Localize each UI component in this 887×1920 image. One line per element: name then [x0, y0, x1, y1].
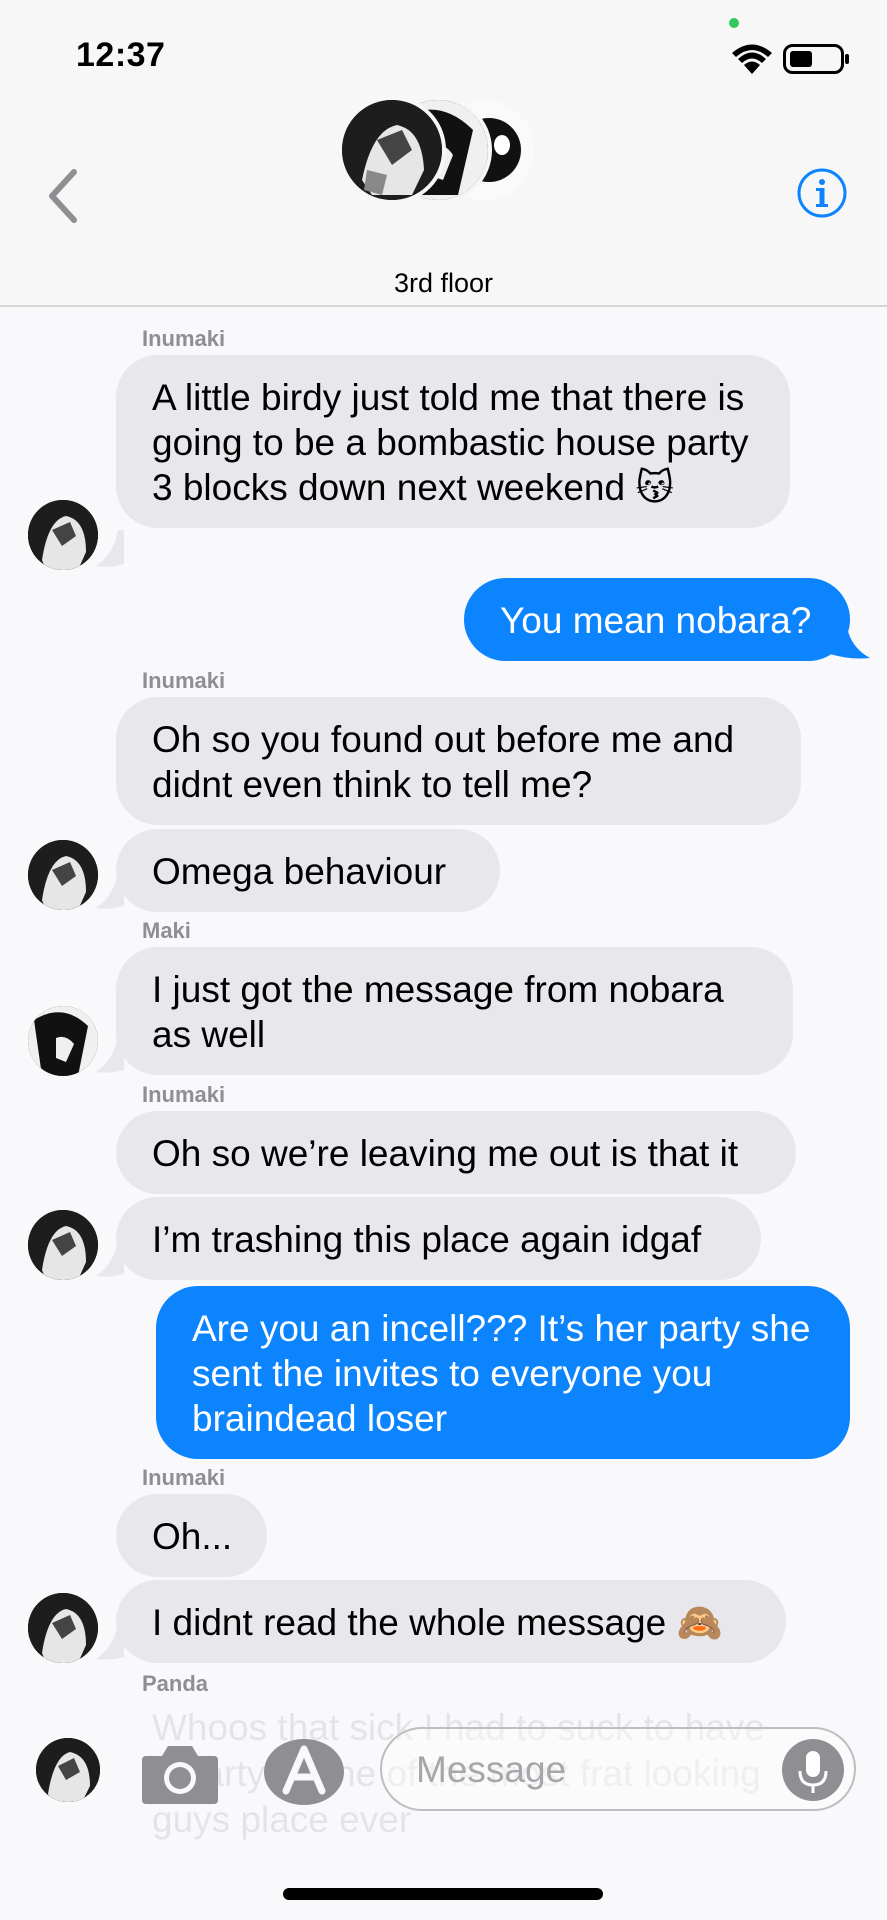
info-icon[interactable]: [797, 168, 847, 218]
bubble-tail: [830, 620, 870, 659]
battery-icon: [783, 44, 849, 74]
incoming-message-bubble[interactable]: I just got the message from nobara as we…: [116, 947, 793, 1075]
incoming-message-bubble[interactable]: Oh so we’re leaving me out is that it: [116, 1111, 796, 1194]
status-time: 12:37: [76, 36, 166, 74]
camera-icon[interactable]: [140, 1740, 220, 1806]
outgoing-message-bubble[interactable]: You mean nobara?: [464, 578, 850, 661]
conversation-title[interactable]: 3rd floor: [0, 268, 887, 299]
sender-name: Inumaki: [142, 326, 226, 351]
sender-name: Inumaki: [142, 1465, 226, 1490]
bubble-tail: [96, 872, 124, 909]
my-avatar[interactable]: [36, 1738, 100, 1802]
wifi-icon: [732, 44, 772, 74]
microphone-button[interactable]: [782, 1739, 844, 1801]
message-input[interactable]: Message: [380, 1727, 856, 1811]
app-store-icon[interactable]: [262, 1737, 346, 1807]
sender-name: Maki: [142, 918, 191, 943]
incoming-message-bubble[interactable]: I didnt read the whole message 🙈: [116, 1580, 786, 1663]
incoming-message-bubble[interactable]: A little birdy just told me that there i…: [116, 355, 790, 528]
home-indicator[interactable]: [283, 1888, 603, 1900]
sender-name: Panda: [142, 1671, 209, 1696]
incoming-message-bubble[interactable]: Oh...: [116, 1494, 267, 1577]
avatar-inumaki[interactable]: [28, 840, 98, 910]
incoming-message-bubble[interactable]: I’m trashing this place again idgaf: [116, 1197, 761, 1280]
bubble-tail: [96, 530, 124, 567]
sender-name: Inumaki: [142, 1082, 226, 1107]
outgoing-message-bubble[interactable]: Are you an incell??? It’s her party she …: [156, 1286, 850, 1459]
message-placeholder: Message: [416, 1749, 567, 1790]
bubble-tail: [96, 1623, 124, 1660]
sender-name: Inumaki: [142, 668, 226, 693]
privacy-indicator-dot: [729, 18, 739, 28]
avatar-maki[interactable]: [28, 1006, 98, 1076]
group-avatar-stack[interactable]: [338, 96, 538, 204]
avatar-inumaki[interactable]: [28, 1210, 98, 1280]
avatar-inumaki[interactable]: [28, 500, 98, 570]
bubble-tail: [96, 1036, 124, 1073]
incoming-message-bubble[interactable]: Oh so you found out before me and didnt …: [116, 697, 801, 825]
bubble-tail: [96, 1240, 124, 1277]
incoming-message-bubble[interactable]: Omega behaviour: [116, 829, 500, 912]
avatar-inumaki[interactable]: [28, 1593, 98, 1663]
back-chevron-icon[interactable]: [44, 166, 84, 226]
microphone-icon: [798, 1751, 828, 1793]
group-avatar-inumaki: [338, 96, 446, 204]
